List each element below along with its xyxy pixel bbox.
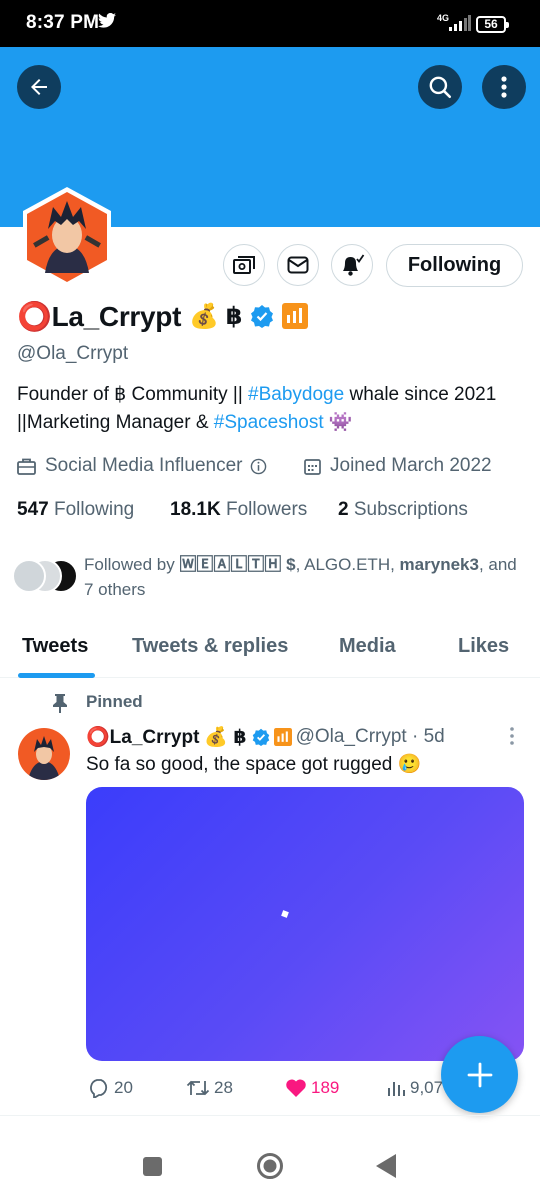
following-count: 547 [17, 499, 49, 520]
followers-stat[interactable]: 18.1K Followers [170, 499, 307, 521]
reply-icon [90, 1079, 108, 1098]
followed-by-user: 🅆🄴🄰🄻🅃🄷 $ [179, 555, 296, 574]
followed-by-separator: , ALGO.ETH, [295, 555, 400, 574]
compose-tweet-button[interactable] [441, 1036, 518, 1113]
joined-label: Joined March 2022 [330, 455, 492, 476]
affiliate-logo-icon [282, 303, 309, 329]
hashtag-link[interactable]: #Babydoge [248, 384, 344, 405]
back-button[interactable] [17, 65, 61, 109]
retweet-count: 28 [214, 1078, 233, 1097]
following-button[interactable]: Following [386, 244, 523, 287]
subscriptions-stat[interactable]: 2 Subscriptions [338, 499, 468, 521]
following-label: Following [53, 499, 135, 520]
tweet-more-button[interactable] [506, 726, 518, 746]
pin-icon [52, 693, 68, 718]
views-count: 9,07 [410, 1078, 444, 1097]
search-button[interactable] [418, 65, 462, 109]
tweet-handle-time: @Ola_Crrypt · 5d [295, 726, 445, 747]
active-tab-indicator [18, 673, 95, 678]
views-icon [388, 1082, 405, 1096]
tweet-author-avatar[interactable] [18, 728, 70, 780]
tweet-divider [0, 1115, 540, 1116]
search-icon [429, 76, 452, 99]
tweet-author-emojis: 💰 ฿ [204, 727, 247, 748]
retweet-icon [186, 1080, 210, 1096]
followers-label: Followers [225, 499, 308, 520]
briefcase-icon [17, 458, 36, 475]
more-vertical-icon [510, 727, 514, 745]
media-loading-dot [281, 910, 289, 918]
mail-icon [287, 256, 309, 274]
tab-tweets-replies[interactable]: Tweets & replies [132, 635, 288, 658]
tweet-header: ⭕La_Crrypt 💰 ฿ @Ola_Crrypt · 5d [86, 724, 445, 750]
follower-avatar [12, 559, 46, 593]
bio-emoji: 👾 [323, 412, 353, 433]
profile-bio: Founder of ฿ Community || #Babydoge whal… [17, 381, 522, 437]
signal-icon [449, 15, 471, 36]
calendar-icon [304, 458, 321, 475]
notifications-button[interactable] [331, 244, 373, 286]
square-icon [143, 1157, 162, 1176]
subscriptions-count: 2 [338, 499, 349, 520]
info-icon[interactable] [250, 458, 267, 475]
followed-by-prefix: Followed by [84, 555, 180, 574]
category-label: Social Media Influencer [45, 455, 243, 476]
status-time: 8:37 PM [26, 12, 100, 33]
profile-avatar[interactable] [15, 185, 119, 289]
profile-joined: Joined March 2022 [304, 455, 492, 477]
more-options-button[interactable] [482, 65, 526, 109]
bio-text: Founder of ฿ Community || [17, 384, 249, 405]
profile-name-emojis: 💰 ฿ [189, 302, 243, 330]
network-type: 4G [437, 13, 450, 23]
reply-count: 20 [114, 1078, 133, 1097]
tab-tweets[interactable]: Tweets [22, 635, 88, 658]
profile-tabs: Tweets Tweets & replies Media Likes [0, 620, 540, 678]
subscribe-button[interactable] [223, 244, 265, 286]
plus-icon [467, 1062, 492, 1087]
hashtag-link[interactable]: #Spaceshost [214, 412, 324, 433]
home-nav-button[interactable] [256, 1152, 284, 1185]
pinned-label: Pinned [86, 692, 143, 711]
profile-handle: @Ola_Crrypt [17, 343, 129, 364]
subscriptions-label: Subscriptions [353, 499, 468, 520]
views-button[interactable]: 9,07 [386, 1078, 443, 1098]
tab-likes[interactable]: Likes [458, 635, 509, 658]
like-button[interactable]: 189 [285, 1078, 339, 1098]
retweet-button[interactable]: 28 [186, 1078, 233, 1098]
subscribe-money-icon [233, 256, 255, 274]
verified-badge-icon [250, 304, 274, 328]
tab-media[interactable]: Media [339, 635, 396, 658]
more-vertical-icon [501, 76, 507, 98]
triangle-back-icon [376, 1154, 396, 1178]
message-button[interactable] [277, 244, 319, 286]
status-bar: 8:37 PM 4G 56 [0, 0, 540, 47]
affiliate-logo-icon [273, 728, 292, 746]
back-arrow-icon [31, 79, 47, 95]
followers-count: 18.1K [170, 499, 221, 520]
recent-apps-button[interactable] [143, 1157, 162, 1181]
tweet-author-name[interactable]: ⭕La_Crrypt [86, 725, 199, 749]
system-nav-bar [0, 1136, 540, 1200]
profile-name: ⭕La_Crrypt [17, 300, 182, 332]
tweet-media-card[interactable] [86, 787, 524, 1061]
profile-name-row: ⭕La_Crrypt 💰 ฿ [17, 298, 309, 334]
following-stat[interactable]: 547 Following [17, 499, 134, 521]
followed-by-user: marynek3 [399, 555, 479, 574]
bell-icon [343, 254, 365, 276]
profile-category: Social Media Influencer [17, 455, 276, 477]
like-count: 189 [311, 1078, 340, 1097]
circle-icon [257, 1153, 283, 1179]
battery-indicator: 56 [476, 16, 509, 33]
back-nav-button[interactable] [376, 1154, 396, 1183]
reply-button[interactable]: 20 [88, 1078, 133, 1098]
verified-badge-icon [252, 728, 270, 746]
heart-icon [286, 1079, 306, 1097]
followed-by-text[interactable]: Followed by 🅆🄴🄰🄻🅃🄷 $, ALGO.ETH, marynek3… [84, 552, 524, 602]
twitter-bird-icon [98, 12, 116, 33]
tweet-text: So fa so good, the space got rugged 🥲 [86, 754, 422, 775]
